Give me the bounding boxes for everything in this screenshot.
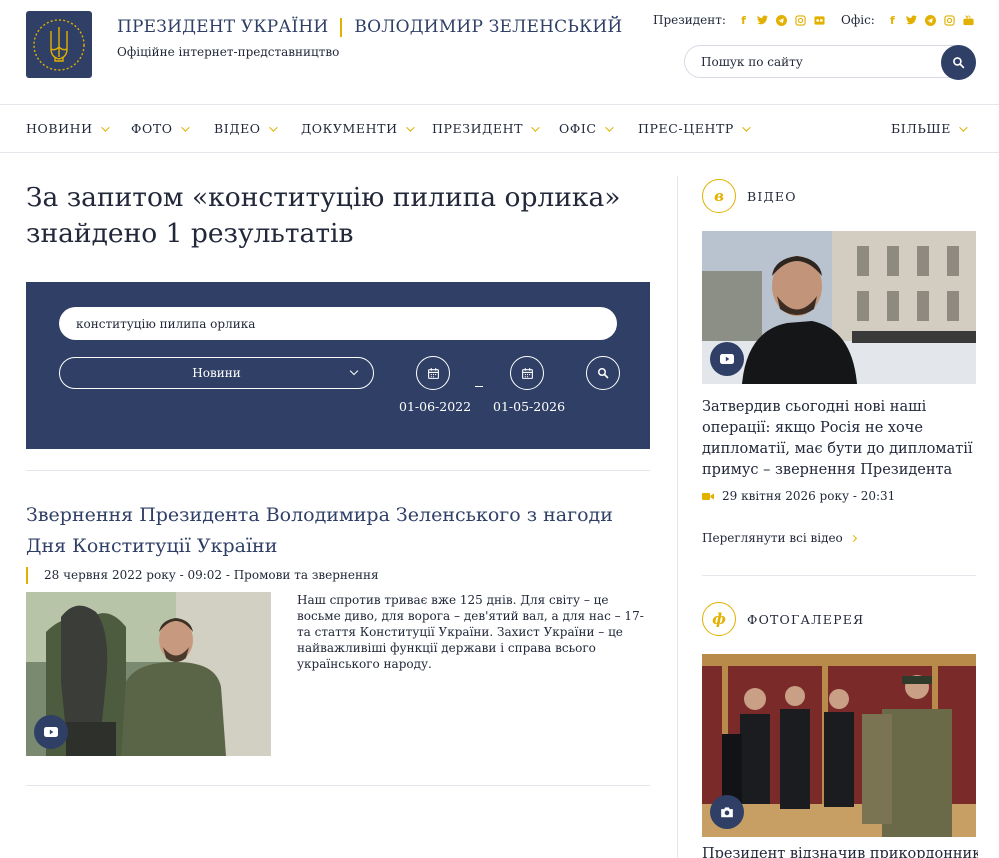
gallery-button[interactable] — [710, 795, 744, 829]
nav-item-label: БІЛЬШЕ — [891, 121, 951, 136]
divider — [26, 785, 650, 786]
nav-item-news[interactable]: НОВИНИ — [26, 121, 110, 136]
site-title-right: ВОЛОДИМИР ЗЕЛЕНСЬКИЙ — [354, 17, 623, 37]
sidebar-divider — [677, 176, 678, 858]
sidebar-video-meta: 29 квітня 2026 року - 20:31 — [702, 489, 895, 503]
chevron-down-icon — [405, 122, 415, 132]
title-divider — [340, 17, 343, 37]
article-title-link[interactable]: Звернення Президента Володимира Зеленськ… — [26, 500, 626, 562]
main-nav: НОВИНИ ФОТО ВІДЕО ДОКУМЕНТИ ПРЕЗИДЕНТ ОФ… — [0, 104, 999, 153]
chevron-down-icon — [604, 122, 614, 132]
sidebar-photo-title: ФОТОГАЛЕРЕЯ — [747, 611, 865, 627]
youtube-icon[interactable] — [963, 14, 974, 26]
office-socials-label: Офіс: — [841, 13, 875, 27]
content-type-value: Новини — [192, 366, 241, 380]
flickr-icon[interactable] — [814, 15, 825, 26]
search-icon — [598, 368, 609, 379]
chevron-right-icon — [849, 534, 857, 542]
sidebar-video-link[interactable]: Затвердив сьогодні нові наші операції: я… — [702, 397, 978, 481]
play-button[interactable] — [710, 342, 744, 376]
calendar-icon — [521, 367, 533, 379]
date-from-value: 01-06-2022 — [399, 399, 472, 414]
photo-section-icon: ф — [702, 602, 736, 636]
nav-item-label: ФОТО — [131, 121, 173, 136]
search-filter-panel: Новини 01-06-2022 01-05-2026 — [26, 282, 650, 449]
nav-item-photo[interactable]: ФОТО — [131, 121, 190, 136]
trident-icon — [33, 18, 85, 71]
sidebar-photo-thumbnail[interactable] — [702, 654, 976, 837]
play-button[interactable] — [34, 715, 68, 749]
site-subtitle: Офіційне інтернет-представництво — [117, 45, 340, 59]
coat-of-arms-logo[interactable] — [26, 11, 92, 78]
president-socials-label: Президент: — [653, 13, 726, 27]
date-from-picker[interactable] — [416, 356, 450, 390]
sidebar-video-date: 29 квітня 2026 року - 20:31 — [722, 489, 896, 503]
site-header: ПРЕЗИДЕНТ УКРАЇНИ ВОЛОДИМИР ЗЕЛЕНСЬКИЙ О… — [0, 0, 999, 104]
content-type-select[interactable]: Новини — [59, 357, 374, 389]
site-search-button[interactable] — [941, 45, 976, 80]
chevron-down-icon — [349, 366, 359, 376]
divider — [26, 470, 650, 471]
camera-icon — [721, 807, 733, 818]
video-section-icon: в — [702, 179, 736, 213]
nav-item-video[interactable]: ВІДЕО — [214, 121, 278, 136]
telegram-icon[interactable] — [775, 14, 787, 26]
nav-item-label: ПРЕС-ЦЕНТР — [638, 121, 734, 136]
date-to-picker[interactable] — [510, 356, 544, 390]
nav-item-label: НОВИНИ — [26, 121, 93, 136]
date-range-dash — [475, 386, 483, 387]
chevron-down-icon — [268, 122, 278, 132]
twitter-icon[interactable] — [905, 15, 917, 26]
filter-search-button[interactable] — [586, 356, 620, 390]
calendar-icon — [427, 367, 439, 379]
sidebar-photo-link[interactable]: Президент відзначив прикордонників — [702, 846, 978, 858]
article-meta: 28 червня 2022 року - 09:02 - Промови та… — [26, 567, 379, 584]
president-socials: Президент: f — [653, 13, 825, 27]
site-title-left: ПРЕЗИДЕНТ УКРАЇНИ — [117, 17, 329, 37]
nav-item-press-center[interactable]: ПРЕС-ЦЕНТР — [638, 121, 751, 136]
chevron-down-icon — [100, 122, 110, 132]
video-camera-icon — [702, 492, 714, 500]
article-excerpt: Наш спротив триває вже 125 днів. Для сві… — [297, 593, 644, 671]
query-input[interactable] — [59, 307, 617, 340]
search-icon — [953, 57, 965, 69]
chevron-down-icon — [959, 122, 968, 132]
nav-item-more[interactable]: БІЛЬШЕ — [891, 121, 968, 136]
sidebar-video-title: ВІДЕО — [747, 188, 797, 204]
nav-item-label: ОФІС — [559, 121, 597, 136]
sidebar-photo-heading[interactable]: ф ФОТОГАЛЕРЕЯ — [702, 602, 864, 636]
facebook-icon[interactable]: f — [887, 15, 898, 26]
chevron-down-icon — [180, 122, 190, 132]
office-socials: Офіс: f — [841, 13, 974, 27]
divider — [702, 575, 976, 576]
nav-item-office[interactable]: ОФІС — [559, 121, 614, 136]
chevron-down-icon — [531, 122, 540, 132]
search-results-heading: За запитом «конституцію пилипа орлика» з… — [26, 182, 621, 249]
sidebar-video-thumbnail[interactable] — [702, 231, 976, 384]
all-videos-link[interactable]: Переглянути всі відео — [702, 531, 857, 545]
facebook-icon[interactable]: f — [738, 15, 749, 26]
all-videos-label: Переглянути всі відео — [702, 531, 843, 545]
youtube-play-icon — [44, 727, 58, 737]
sidebar-video-heading[interactable]: в ВІДЕО — [702, 179, 797, 213]
date-to-value: 01-05-2026 — [493, 399, 566, 414]
nav-item-documents[interactable]: ДОКУМЕНТИ — [301, 121, 415, 136]
site-title[interactable]: ПРЕЗИДЕНТ УКРАЇНИ ВОЛОДИМИР ЗЕЛЕНСЬКИЙ — [117, 17, 622, 37]
nav-item-president[interactable]: ПРЕЗИДЕНТ — [432, 121, 540, 136]
nav-item-label: ДОКУМЕНТИ — [301, 121, 398, 136]
site-search-input[interactable] — [701, 52, 931, 72]
instagram-icon[interactable] — [795, 14, 806, 26]
instagram-icon[interactable] — [944, 14, 955, 26]
twitter-icon[interactable] — [756, 15, 768, 26]
site-search — [684, 45, 976, 80]
telegram-icon[interactable] — [924, 14, 936, 26]
nav-item-label: ВІДЕО — [214, 121, 261, 136]
youtube-play-icon — [720, 354, 734, 364]
nav-item-label: ПРЕЗИДЕНТ — [432, 121, 524, 136]
article-thumbnail[interactable] — [26, 592, 271, 756]
chevron-down-icon — [742, 122, 751, 132]
